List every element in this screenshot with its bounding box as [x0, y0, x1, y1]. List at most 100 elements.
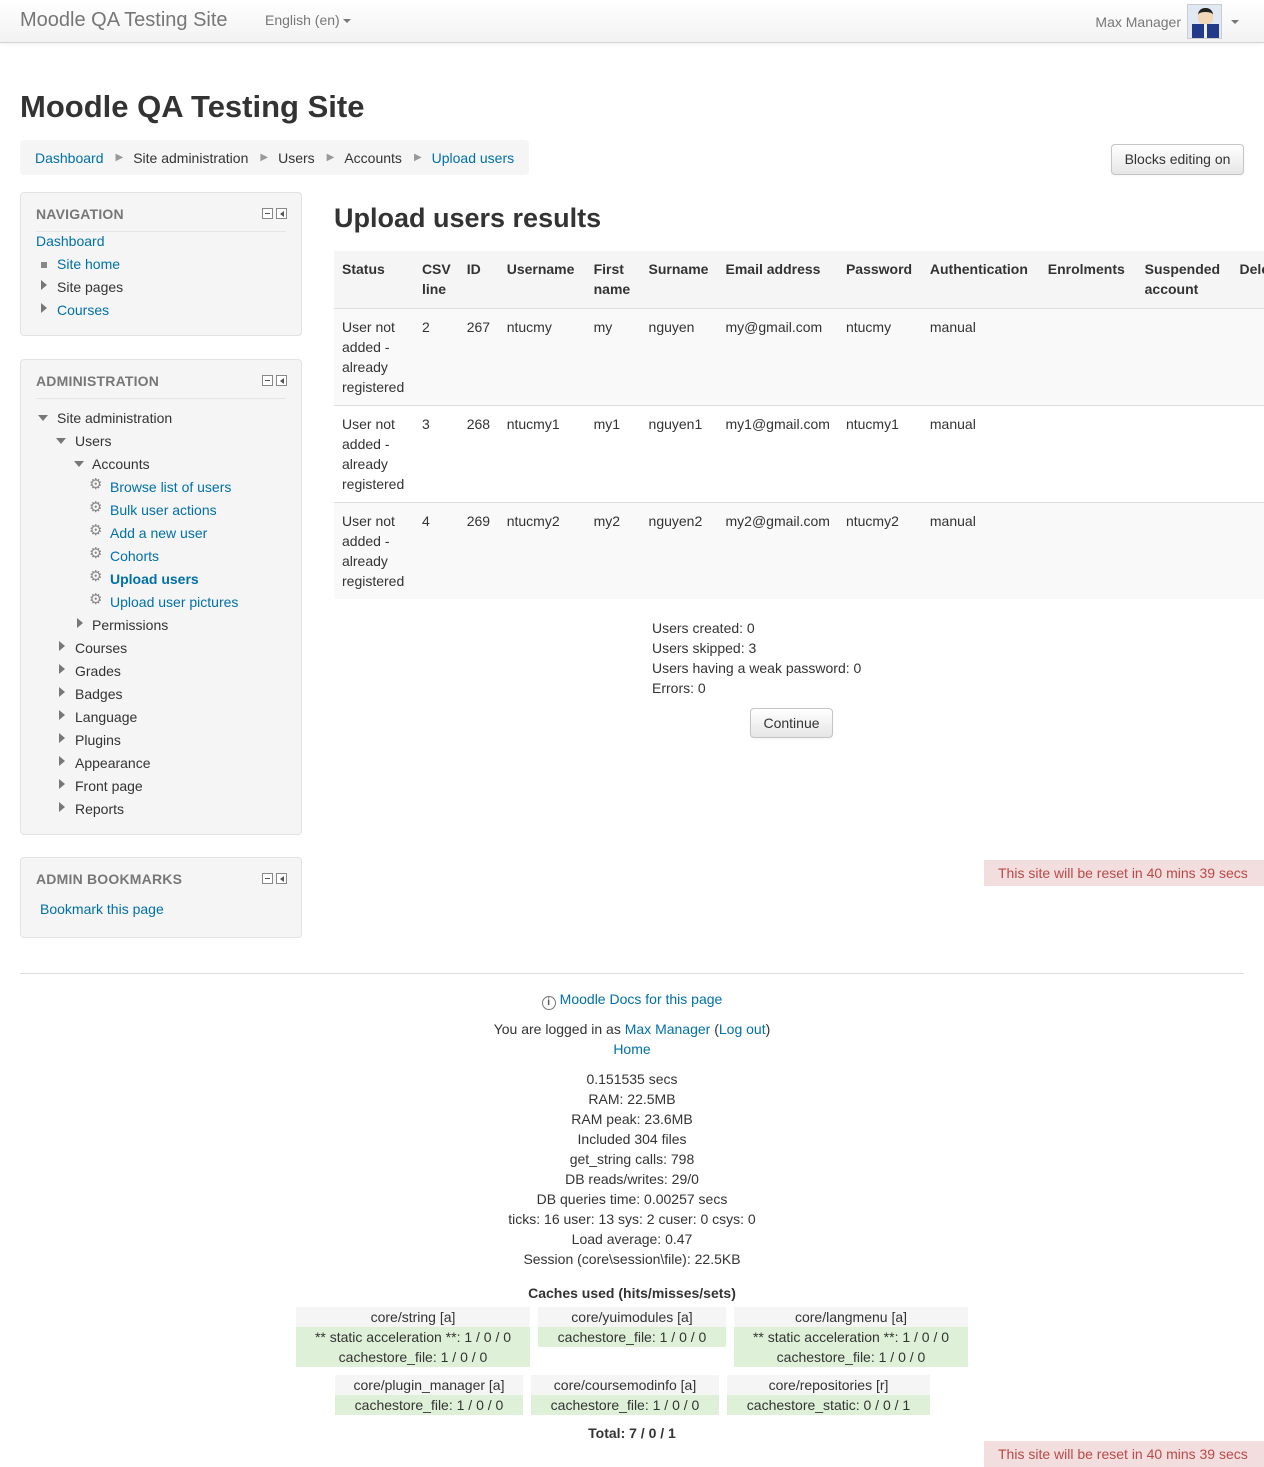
chevron-down-icon: [342, 19, 351, 24]
admin-badges[interactable]: Badges: [75, 686, 122, 703]
admin-cohorts[interactable]: Cohorts: [110, 548, 159, 565]
perf-line: 0.151535 secs: [586, 1071, 678, 1087]
authentication-cell: manual: [929, 318, 976, 335]
language-menu[interactable]: English (en): [265, 12, 351, 28]
breadcrumb-accounts: Accounts: [344, 149, 402, 166]
id-cell: 268: [466, 415, 491, 432]
moodle-docs-link[interactable]: Moodle Docs for this page: [560, 991, 723, 1007]
expand-arrow-icon[interactable]: [59, 710, 65, 720]
admin-language[interactable]: Language: [75, 709, 137, 726]
column-header: ID: [466, 261, 481, 277]
nav-dashboard[interactable]: Dashboard: [36, 233, 105, 250]
admin-bookmarks-block: ADMIN BOOKMARKS Bookmark this page: [20, 857, 302, 938]
brand-link[interactable]: Moodle QA Testing Site: [20, 9, 228, 32]
expand-arrow-icon[interactable]: [41, 303, 47, 313]
first-name-cell: my: [593, 318, 613, 335]
avatar: [1187, 4, 1222, 39]
admin-grades[interactable]: Grades: [75, 663, 121, 680]
delete-cell: [1232, 502, 1264, 599]
cache-entry: core/coursemodinfo [a] cachestore_file: …: [531, 1375, 719, 1415]
admin-accounts[interactable]: Accounts: [92, 456, 150, 473]
docs-line: i Moodle Docs for this page: [0, 989, 1264, 1010]
admin-bulk-user-actions[interactable]: Bulk user actions: [110, 502, 217, 519]
nav-site-home[interactable]: Site home: [57, 256, 120, 273]
csv-line-cell: 2: [421, 318, 430, 335]
table-row: User not added - already registered 2 26…: [334, 308, 1264, 405]
suspended-cell: [1137, 405, 1232, 502]
admin-users[interactable]: Users: [75, 433, 112, 450]
admin-courses[interactable]: Courses: [75, 640, 127, 657]
admin-permissions[interactable]: Permissions: [92, 617, 168, 634]
profile-link[interactable]: Max Manager: [625, 1021, 711, 1037]
column-header: Username: [506, 261, 575, 277]
cache-stat: cachestore_file: 1 / 0 / 0: [734, 1347, 968, 1367]
expand-arrow-icon[interactable]: [59, 687, 65, 697]
enrolments-cell: [1040, 308, 1137, 405]
admin-front-page[interactable]: Front page: [75, 778, 143, 795]
administration-block: ADMINISTRATION Site administration Users…: [20, 359, 302, 835]
gear-icon: ⚙: [89, 476, 103, 493]
dock-icon[interactable]: [276, 208, 287, 219]
collapse-icon[interactable]: [262, 208, 273, 219]
dock-icon[interactable]: [276, 375, 287, 386]
gear-icon: ⚙: [89, 591, 103, 608]
perf-line: Load average: 0.47: [571, 1231, 693, 1247]
admin-plugins[interactable]: Plugins: [75, 732, 121, 749]
collapse-icon[interactable]: [262, 375, 273, 386]
expand-arrow-icon[interactable]: [59, 802, 65, 812]
cache-stat: cachestore_file: 1 / 0 / 0: [335, 1395, 523, 1415]
admin-upload-users[interactable]: Upload users: [110, 571, 199, 588]
perf-line: DB queries time: 0.00257 secs: [536, 1191, 728, 1207]
expand-arrow-icon[interactable]: [59, 756, 65, 766]
admin-add-new-user[interactable]: Add a new user: [110, 525, 207, 542]
gear-icon: ⚙: [89, 568, 103, 585]
breadcrumb-upload-users[interactable]: Upload users: [432, 150, 515, 166]
id-cell: 267: [466, 318, 491, 335]
admin-reports[interactable]: Reports: [75, 801, 124, 818]
expand-arrow-icon[interactable]: [59, 779, 65, 789]
admin-upload-user-pictures[interactable]: Upload user pictures: [110, 594, 238, 611]
email-cell: my@gmail.com: [725, 318, 823, 335]
cache-entry: core/langmenu [a] ** static acceleration…: [734, 1307, 968, 1367]
reset-notice: This site will be reset in 40 mins 39 se…: [984, 1441, 1264, 1467]
admin-appearance[interactable]: Appearance: [75, 755, 151, 772]
delete-cell: [1232, 308, 1264, 405]
column-header: CSV line: [421, 261, 451, 297]
expand-arrow-icon[interactable]: [77, 618, 83, 628]
column-header: Surname: [648, 261, 709, 277]
bookmark-this-page-link[interactable]: Bookmark this page: [40, 901, 164, 918]
admin-browse-users[interactable]: Browse list of users: [110, 479, 231, 496]
results-table-container[interactable]: Status CSV line ID Username First name S…: [334, 251, 1264, 599]
collapse-arrow-icon[interactable]: [74, 461, 84, 467]
performance-info: 0.151535 secs RAM: 22.5MB RAM peak: 23.6…: [0, 1069, 1264, 1269]
expand-arrow-icon[interactable]: [41, 280, 47, 290]
bullet-icon: [41, 262, 47, 268]
breadcrumb-dashboard[interactable]: Dashboard: [35, 150, 104, 166]
enrolments-cell: [1040, 405, 1137, 502]
user-name: Max Manager: [1095, 13, 1181, 30]
collapse-icon[interactable]: [262, 873, 273, 884]
blocks-editing-button[interactable]: Blocks editing on: [1111, 144, 1244, 175]
logout-link[interactable]: Log out: [719, 1021, 766, 1037]
language-label: English (en): [265, 12, 340, 28]
home-link[interactable]: Home: [613, 1041, 650, 1057]
dock-icon[interactable]: [276, 873, 287, 884]
email-cell: my1@gmail.com: [725, 415, 830, 432]
breadcrumb-separator-icon: ▶: [413, 152, 422, 163]
perf-line: RAM peak: 23.6MB: [571, 1111, 693, 1127]
admin-site-administration[interactable]: Site administration: [57, 410, 172, 427]
expand-arrow-icon[interactable]: [59, 641, 65, 651]
nav-site-pages[interactable]: Site pages: [57, 279, 123, 296]
expand-arrow-icon[interactable]: [59, 733, 65, 743]
password-cell: ntucmy2: [845, 512, 899, 529]
perf-line: Session (core\session\file): 22.5KB: [523, 1251, 741, 1267]
nav-courses[interactable]: Courses: [57, 302, 109, 319]
expand-arrow-icon[interactable]: [59, 664, 65, 674]
cache-name: core/coursemodinfo [a]: [531, 1375, 719, 1395]
collapse-arrow-icon[interactable]: [56, 438, 66, 444]
collapse-arrow-icon[interactable]: [38, 415, 48, 421]
user-menu[interactable]: Max Manager: [1095, 3, 1239, 40]
continue-button[interactable]: Continue: [750, 708, 833, 738]
breadcrumb-site-administration: Site administration: [133, 149, 249, 166]
results-heading: Upload users results: [334, 203, 602, 233]
